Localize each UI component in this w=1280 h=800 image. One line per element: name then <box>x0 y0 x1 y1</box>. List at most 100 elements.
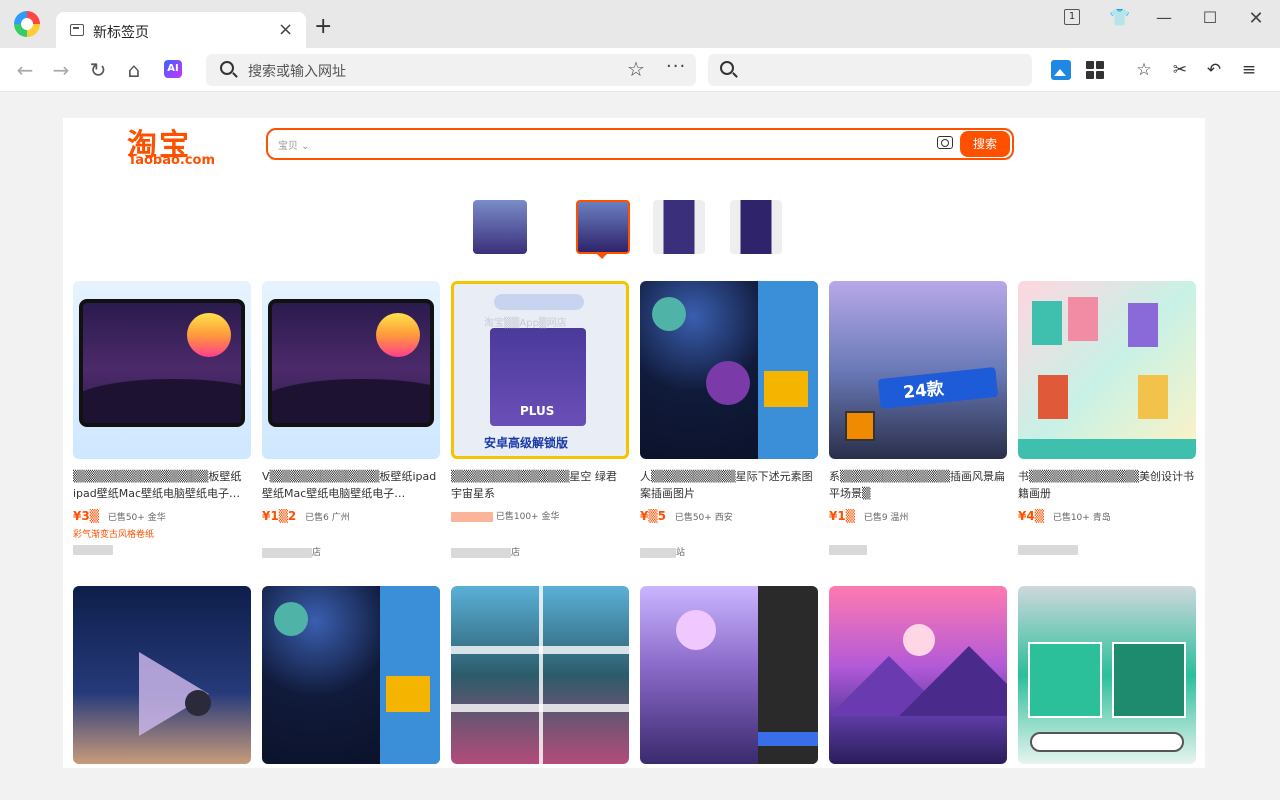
product-image[interactable] <box>73 586 251 764</box>
count-badge: 24款 <box>902 378 945 404</box>
crop-thumb-1[interactable] <box>473 200 527 254</box>
product-card[interactable]: V▒▒▒▒▒▒▒▒▒▒▒▒▒板壁纸ipad壁纸Mac壁纸电脑壁纸电子… ¥1▒2… <box>262 281 440 559</box>
product-title[interactable]: 系▒▒▒▒▒▒▒▒▒▒▒▒▒插画风景扁平场景▒ <box>829 468 1007 502</box>
shop-name[interactable] <box>829 545 1007 559</box>
product-title[interactable]: 人▒▒▒▒▒▒▒▒▒▒星际下述元素图案插画图片 <box>640 468 818 502</box>
navigation-toolbar: ← → ↻ ⌂ AI 搜索或输入网址 ☆ ··· ☆ ✂ ↶ ≡ <box>0 48 1280 92</box>
product-location: 温州 <box>890 513 909 523</box>
product-image[interactable] <box>1018 281 1196 459</box>
menu-icon[interactable]: ≡ <box>1239 60 1259 80</box>
product-card[interactable]: 人▒▒▒▒▒▒▒▒▒▒星际下述元素图案插画图片 ¥▒5 已售50+ 西安 站 <box>640 281 818 559</box>
minimize-button[interactable]: — <box>1150 8 1178 28</box>
maximize-button[interactable]: ☐ <box>1196 8 1224 28</box>
unlock-banner: 安卓高级解锁版 <box>484 436 569 450</box>
book-cover <box>1068 297 1098 341</box>
plus-label: PLUS <box>520 404 555 418</box>
sold-count: 已售100+ <box>495 512 539 522</box>
product-meta: 已售100+ 金华 <box>451 509 629 523</box>
home-icon[interactable]: ⌂ <box>121 57 147 83</box>
search-icon <box>720 61 734 75</box>
new-tab-button[interactable]: + <box>314 16 332 38</box>
bookmark-star-icon[interactable]: ☆ <box>627 57 645 81</box>
crop-thumb-2[interactable] <box>576 200 630 254</box>
book-cover <box>1038 375 1068 419</box>
product-promo: 彩气渐变古风格卷纸 <box>73 530 155 540</box>
taobao-logo-en: Taobao.com <box>128 153 216 168</box>
product-image[interactable]: 24款 <box>829 281 1007 459</box>
search-button[interactable]: 搜索 <box>960 131 1010 157</box>
product-image[interactable] <box>262 586 440 764</box>
product-title[interactable]: V▒▒▒▒▒▒▒▒▒▒▒▒▒板壁纸ipad壁纸Mac壁纸电脑壁纸电子… <box>262 468 440 502</box>
shop-name[interactable]: 店 <box>262 545 440 559</box>
product-image[interactable] <box>640 586 818 764</box>
divider <box>539 586 543 764</box>
product-title[interactable]: 书▒▒▒▒▒▒▒▒▒▒▒▒▒美创设计书籍画册 <box>1018 468 1196 502</box>
product-meta: ¥1▒ 已售9 温州 <box>829 509 1007 523</box>
shop-name[interactable]: 店 <box>451 545 629 559</box>
moon <box>185 690 211 716</box>
crop-thumb-4[interactable] <box>730 200 782 254</box>
badge <box>386 676 430 712</box>
camera-icon[interactable] <box>937 136 953 149</box>
product-card[interactable] <box>451 586 629 764</box>
search-scope-dropdown[interactable]: 宝贝 ⌄ <box>278 137 310 152</box>
product-image[interactable] <box>640 281 818 459</box>
product-image[interactable] <box>451 586 629 764</box>
product-card[interactable] <box>73 586 251 764</box>
product-card[interactable]: 24款 系▒▒▒▒▒▒▒▒▒▒▒▒▒插画风景扁平场景▒ ¥1▒ 已售9 温州 <box>829 281 1007 559</box>
product-location: 金华 <box>541 512 560 522</box>
tab-title: 新标签页 <box>93 25 149 41</box>
product-image[interactable] <box>1018 586 1196 764</box>
browser-logo-icon[interactable] <box>14 11 40 37</box>
undo-icon[interactable]: ↶ <box>1204 60 1224 80</box>
web-search-box[interactable] <box>708 54 1032 86</box>
planet <box>706 361 750 405</box>
tab-new-tab[interactable]: 新标签页 × <box>56 12 306 48</box>
product-title[interactable]: ▒▒▒▒▒▒▒▒▒▒▒▒▒▒星空 绿君 宇宙星系 <box>451 468 629 502</box>
apps-grid-icon[interactable] <box>1085 60 1105 80</box>
shop-name[interactable] <box>73 545 251 559</box>
taobao-search-box[interactable]: 宝贝 ⌄ 搜索 <box>266 128 1014 160</box>
product-image[interactable] <box>262 281 440 459</box>
product-image[interactable] <box>829 586 1007 764</box>
badge <box>764 371 808 407</box>
product-card[interactable]: PLUS 淘宝▒▒App▒网店 安卓高级解锁版 ▒▒▒▒▒▒▒▒▒▒▒▒▒▒星空… <box>451 281 629 559</box>
product-card[interactable] <box>829 586 1007 764</box>
product-title[interactable]: ▒▒▒▒▒▒▒▒▒▒▒▒▒▒▒▒板壁纸ipad壁纸Mac壁纸电脑壁纸电子… <box>73 468 251 502</box>
product-image[interactable] <box>73 281 251 459</box>
page-icon <box>70 24 84 36</box>
scissors-icon[interactable]: ✂ <box>1170 60 1190 80</box>
forward-icon[interactable]: → <box>48 57 74 83</box>
product-card[interactable]: 书▒▒▒▒▒▒▒▒▒▒▒▒▒美创设计书籍画册 ¥4▒ 已售10+ 青岛 <box>1018 281 1196 559</box>
back-icon[interactable]: ← <box>12 57 38 83</box>
close-window-button[interactable]: ✕ <box>1242 8 1270 29</box>
skin-icon[interactable]: 👕 <box>1106 8 1134 28</box>
address-bar[interactable]: 搜索或输入网址 ☆ ··· <box>206 54 696 86</box>
game-art <box>1028 642 1102 718</box>
search-icon <box>220 61 234 75</box>
product-price: ¥1▒2 <box>262 509 297 523</box>
shop-name[interactable]: 站 <box>640 545 818 559</box>
product-card[interactable] <box>640 586 818 764</box>
sold-count: 已售50+ <box>674 513 712 523</box>
address-input[interactable]: 搜索或输入网址 <box>248 61 346 81</box>
favorites-icon[interactable]: ☆ <box>1134 60 1154 80</box>
more-icon[interactable]: ··· <box>666 56 686 77</box>
product-image[interactable]: PLUS 淘宝▒▒App▒网店 安卓高级解锁版 <box>451 281 629 459</box>
reload-icon[interactable]: ↻ <box>85 57 111 83</box>
book-cover <box>1138 375 1168 419</box>
planet <box>274 602 308 636</box>
product-meta: ¥3▒ 已售50+ 金华 <box>73 509 251 523</box>
image-search-icon[interactable] <box>1051 60 1071 80</box>
ai-assistant-button[interactable]: AI <box>164 60 182 78</box>
blurred-banner <box>494 294 584 310</box>
crop-thumb-3[interactable] <box>653 200 705 254</box>
tab-count-badge[interactable]: 1 <box>1064 9 1080 25</box>
product-price: ¥3▒ <box>73 509 99 523</box>
product-card[interactable]: ▒▒▒▒▒▒▒▒▒▒▒▒▒▒▒▒板壁纸ipad壁纸Mac壁纸电脑壁纸电子… ¥3… <box>73 281 251 559</box>
product-card[interactable] <box>262 586 440 764</box>
tab-close-icon[interactable]: × <box>278 19 293 40</box>
shop-name[interactable] <box>1018 545 1196 559</box>
moon <box>676 610 716 650</box>
product-card[interactable] <box>1018 586 1196 764</box>
